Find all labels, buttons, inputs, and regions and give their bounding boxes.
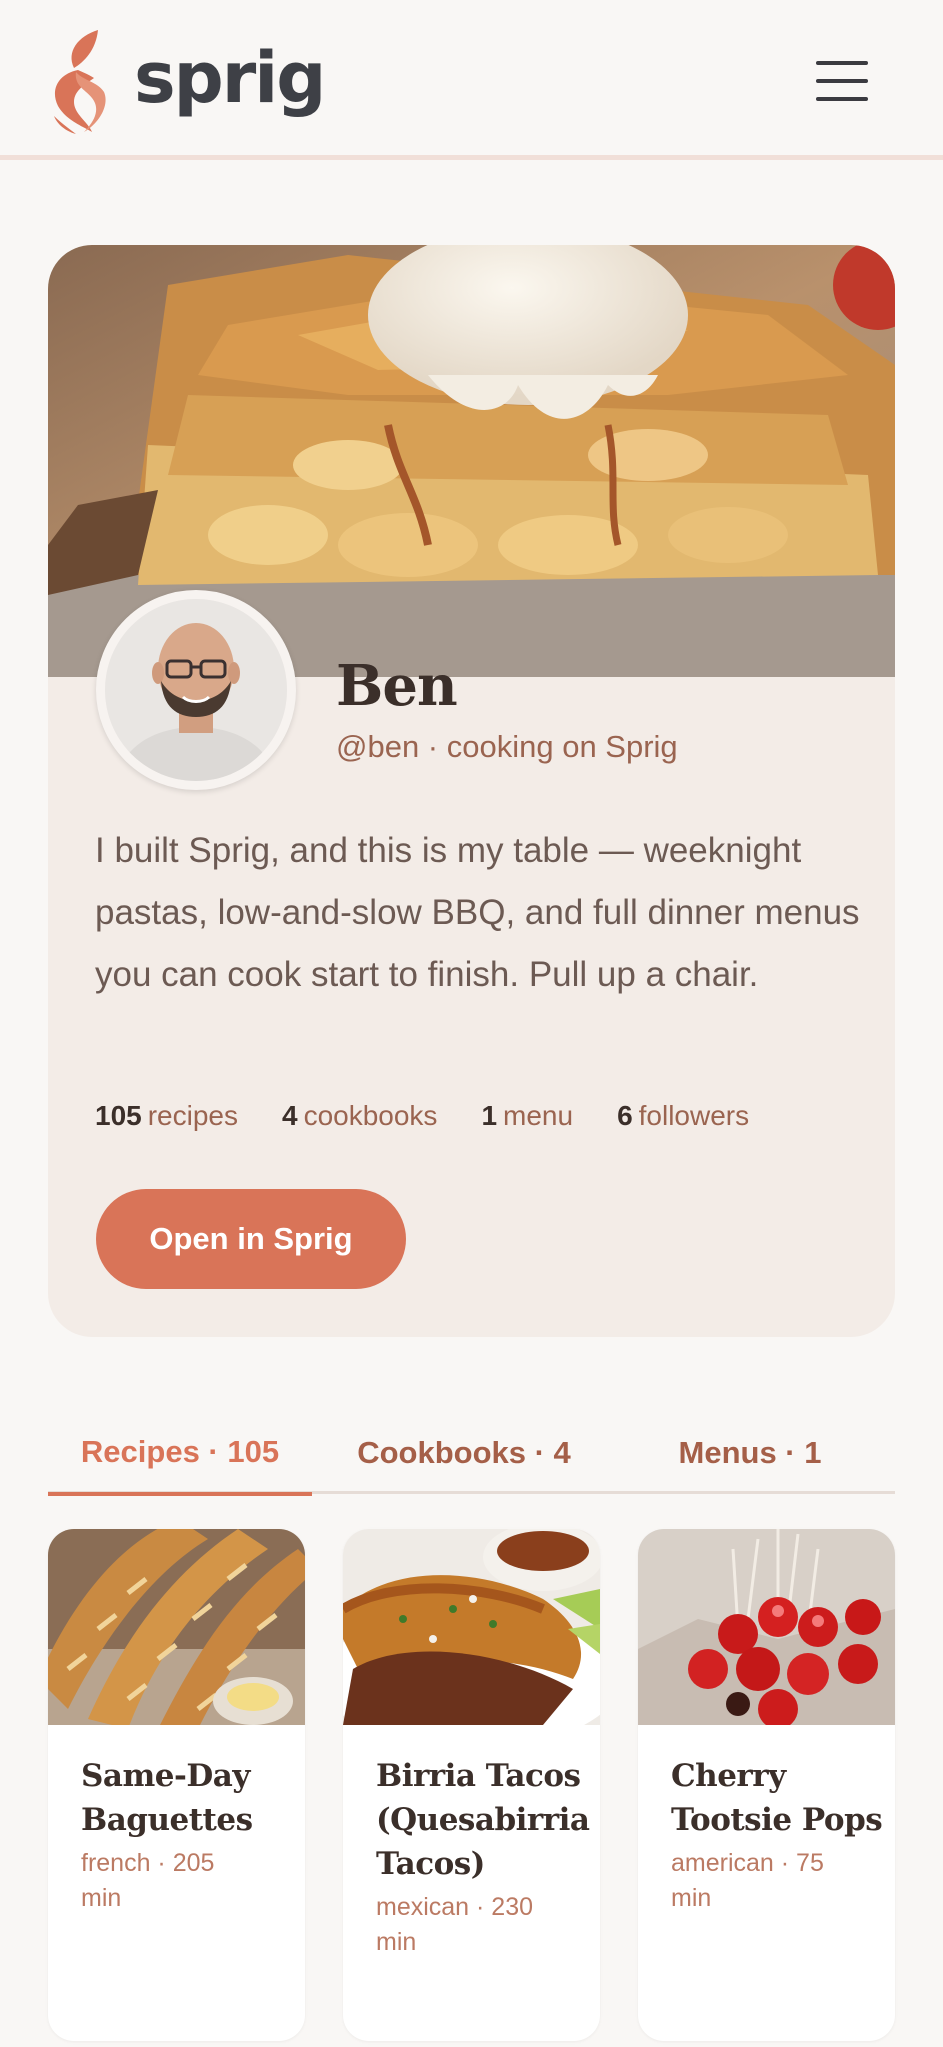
recipe-image-cherry-pops (638, 1529, 895, 1725)
recipe-card[interactable]: Birria Tacos (Quesabirria Tacos) mexican… (343, 1529, 600, 2041)
recipe-image-birria-tacos (343, 1529, 600, 1725)
stat-recipes: 105 recipes (95, 1100, 238, 1132)
hamburger-menu-icon-bar (816, 97, 868, 101)
profile-handle: @ben · cooking on Sprig (336, 729, 678, 764)
stat-cookbooks: 4 cookbooks (282, 1100, 437, 1132)
recipe-meta: american · 75 min (671, 1849, 824, 1912)
recipe-title: Same-Day Baguettes french · 205 min (81, 1754, 296, 1916)
recipe-meta: french · 205 min (81, 1849, 215, 1912)
stat-recipes-label: recipes (147, 1100, 238, 1131)
stat-followers-count: 6 (617, 1100, 633, 1131)
hamburger-menu-icon (816, 61, 868, 65)
recipe-title-text: Same-Day Baguettes (81, 1758, 253, 1838)
recipe-meta: mexican · 230 min (376, 1893, 534, 1956)
stat-followers: 6 followers (617, 1100, 749, 1132)
stat-menus: 1 menu (481, 1100, 573, 1132)
stat-cookbooks-count: 4 (281, 1100, 298, 1131)
profile-card: Ben @ben · cooking on Sprig I built Spri… (48, 245, 895, 1337)
site-header: sprig (0, 0, 943, 160)
tab-menus[interactable]: Menus · 1 (618, 1412, 882, 1494)
recipe-title-text: Birria Tacos (Quesabirria Tacos) (376, 1758, 590, 1882)
recipe-card[interactable]: Same-Day Baguettes french · 205 min (48, 1529, 305, 2041)
stat-menus-count: 1 (481, 1100, 498, 1131)
sprig-logo[interactable]: sprig (48, 28, 326, 134)
profile-tabs: Recipes · 105 Cookbooks · 4 Menus · 1 (48, 1412, 895, 1496)
profile-avatar (96, 590, 296, 790)
hamburger-menu-button[interactable] (812, 58, 872, 104)
recipe-card[interactable]: Cherry Tootsie Pops american · 75 min (638, 1529, 895, 2041)
tab-cookbooks[interactable]: Cookbooks · 4 (332, 1412, 596, 1494)
stat-recipes-count: 105 (95, 1100, 142, 1131)
profile-bio: I built Sprig, and this is my table — we… (95, 831, 860, 994)
sprig-leaf-icon (54, 30, 106, 134)
recipe-title: Cherry Tootsie Pops american · 75 min (671, 1754, 886, 1916)
recipe-title-text: Cherry Tootsie Pops (671, 1758, 883, 1838)
stat-followers-label: followers (638, 1100, 750, 1131)
stat-menus-label: menu (503, 1100, 574, 1131)
logo-text: sprig (134, 37, 326, 119)
open-in-sprig-button[interactable]: Open in Sprig (96, 1189, 406, 1289)
stat-cookbooks-label: cookbooks (303, 1100, 438, 1131)
hamburger-menu-icon-bar (816, 79, 868, 83)
recipe-title: Birria Tacos (Quesabirria Tacos) mexican… (376, 1754, 591, 1960)
tab-recipes[interactable]: Recipes · 105 (48, 1412, 312, 1496)
profile-stats: 105 recipes 4 cookbooks 1 menu 6 followers (95, 1100, 793, 1132)
profile-name: Ben (336, 653, 458, 719)
recipe-image-baguettes (48, 1529, 305, 1725)
